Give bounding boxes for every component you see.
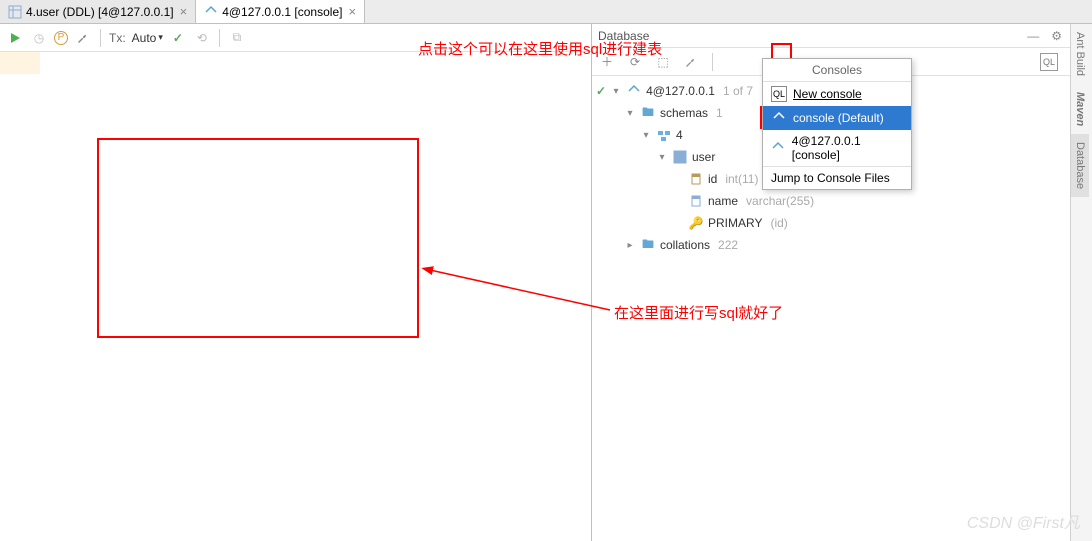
tab-console[interactable]: 4@127.0.0.1 [console] ×: [196, 0, 365, 23]
wrench-icon[interactable]: [682, 53, 700, 71]
history-icon[interactable]: ◷: [30, 29, 48, 47]
tx-mode-dropdown[interactable]: Auto ▾: [132, 31, 163, 45]
add-icon[interactable]: ＋: [598, 53, 616, 71]
tab-label: 4.user (DDL) [4@127.0.0.1]: [26, 5, 174, 19]
popup-console-default[interactable]: console (Default): [763, 106, 911, 130]
chevron-down-icon[interactable]: ▾: [610, 86, 622, 97]
sql-console-icon[interactable]: QL: [1040, 53, 1058, 71]
table-icon: [672, 149, 688, 165]
close-icon[interactable]: ×: [180, 4, 188, 19]
datasource-icon: [626, 83, 642, 99]
tree-primary-key[interactable]: 🔑 PRIMARY (id): [592, 212, 1092, 234]
popup-console-ip[interactable]: 4@127.0.0.1 [console]: [763, 130, 911, 166]
key-icon: 🔑: [688, 215, 704, 231]
refresh-icon[interactable]: ⟳: [626, 53, 644, 71]
console-icon: [771, 110, 787, 126]
editor-panel: ◷ P Tx: Auto ▾ ✓ ⟲ ⧉: [0, 24, 592, 541]
sql-icon: QL: [771, 86, 787, 102]
tree-column-name[interactable]: name varchar(255): [592, 190, 1092, 212]
popup-title: Consoles: [763, 59, 911, 82]
close-icon[interactable]: ×: [348, 4, 356, 19]
sidebar-ant[interactable]: Ant Build: [1071, 24, 1089, 84]
editor-body[interactable]: [0, 52, 591, 541]
run-button[interactable]: [6, 29, 24, 47]
gear-icon[interactable]: ⚙: [1051, 29, 1062, 43]
minimize-icon[interactable]: —: [1027, 29, 1039, 43]
popup-new-console[interactable]: QL New console: [763, 82, 911, 106]
wrench-icon[interactable]: [74, 29, 92, 47]
folder-icon: 🖿: [640, 237, 656, 253]
sidebar-database[interactable]: Database: [1071, 134, 1089, 197]
tab-label: 4@127.0.0.1 [console]: [222, 5, 342, 19]
sidebar-maven[interactable]: Maven: [1071, 84, 1089, 134]
watermark: CSDN @First凡: [967, 509, 1080, 533]
editor-tabs: 4.user (DDL) [4@127.0.0.1] × 4@127.0.0.1…: [0, 0, 1092, 24]
consoles-popup: Consoles QL New console console (Default…: [762, 58, 912, 190]
console-icon: [771, 140, 786, 156]
rollback-icon[interactable]: ⟲: [193, 29, 211, 47]
editor-toolbar: ◷ P Tx: Auto ▾ ✓ ⟲ ⧉: [0, 24, 591, 52]
popup-jump-files[interactable]: Jump to Console Files: [763, 166, 911, 189]
tree-collations[interactable]: ▸ 🖿 collations 222: [592, 234, 1092, 256]
table-icon: [8, 5, 22, 19]
chevron-down-icon[interactable]: ▾: [640, 130, 652, 141]
plan-icon[interactable]: P: [54, 31, 68, 45]
attach-icon[interactable]: ⧉: [228, 29, 246, 47]
right-sidebar: Ant Build Maven Database: [1070, 24, 1092, 541]
console-icon: [204, 5, 218, 19]
tx-label: Tx:: [109, 31, 126, 45]
column-icon: [688, 193, 704, 209]
stop-icon[interactable]: ⬚: [654, 53, 672, 71]
line-gutter: [0, 52, 40, 74]
chevron-down-icon: ▾: [158, 32, 163, 43]
schema-icon: [656, 127, 672, 143]
check-icon: ✓: [596, 84, 606, 98]
tab-ddl[interactable]: 4.user (DDL) [4@127.0.0.1] ×: [0, 0, 196, 23]
db-panel-header: Database — ⚙ —: [592, 24, 1092, 48]
chevron-right-icon[interactable]: ▸: [624, 240, 636, 251]
db-panel-title: Database: [598, 29, 649, 43]
chevron-down-icon[interactable]: ▾: [656, 152, 668, 163]
column-icon: [688, 171, 704, 187]
commit-icon[interactable]: ✓: [169, 29, 187, 47]
folder-icon: 🖿: [640, 105, 656, 121]
chevron-down-icon[interactable]: ▾: [624, 108, 636, 119]
